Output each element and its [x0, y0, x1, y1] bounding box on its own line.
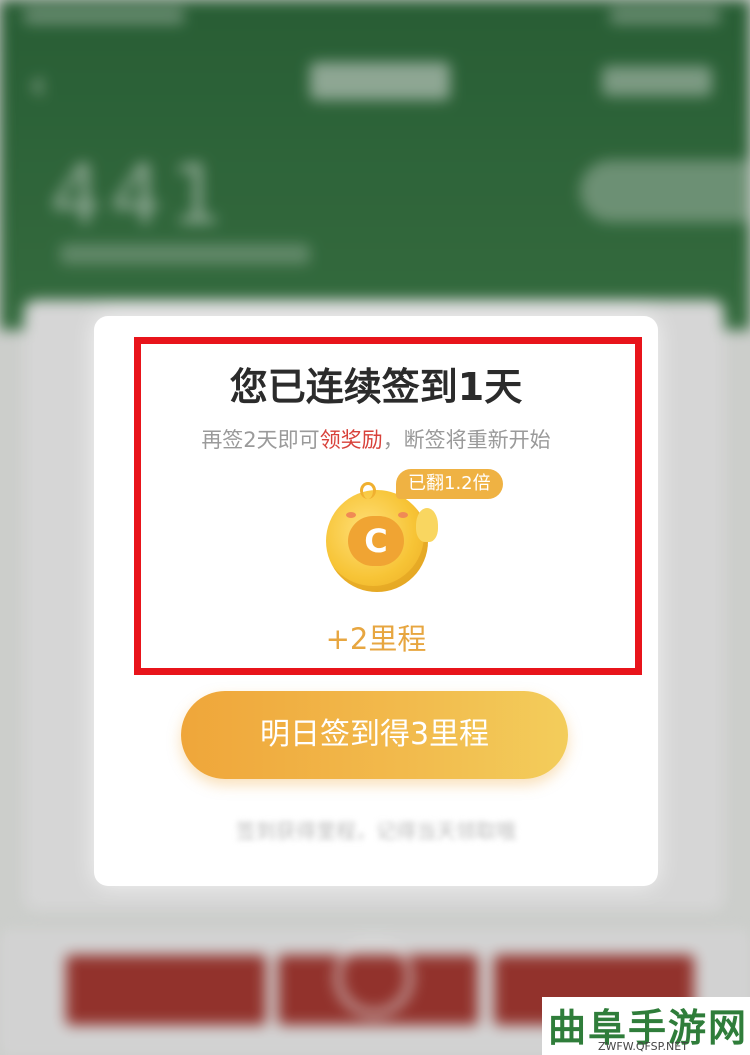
watermark: 曲阜手游网 ZWFW.QFSP.NET [542, 997, 750, 1055]
watermark-url: ZWFW.QFSP.NET [598, 1040, 688, 1053]
modal-footnote: 签到获得里程，记得当天领取哦 [236, 819, 516, 843]
annotation-highlight-box [134, 337, 642, 675]
tomorrow-signin-button[interactable]: 明日签到得3里程 [181, 691, 568, 779]
